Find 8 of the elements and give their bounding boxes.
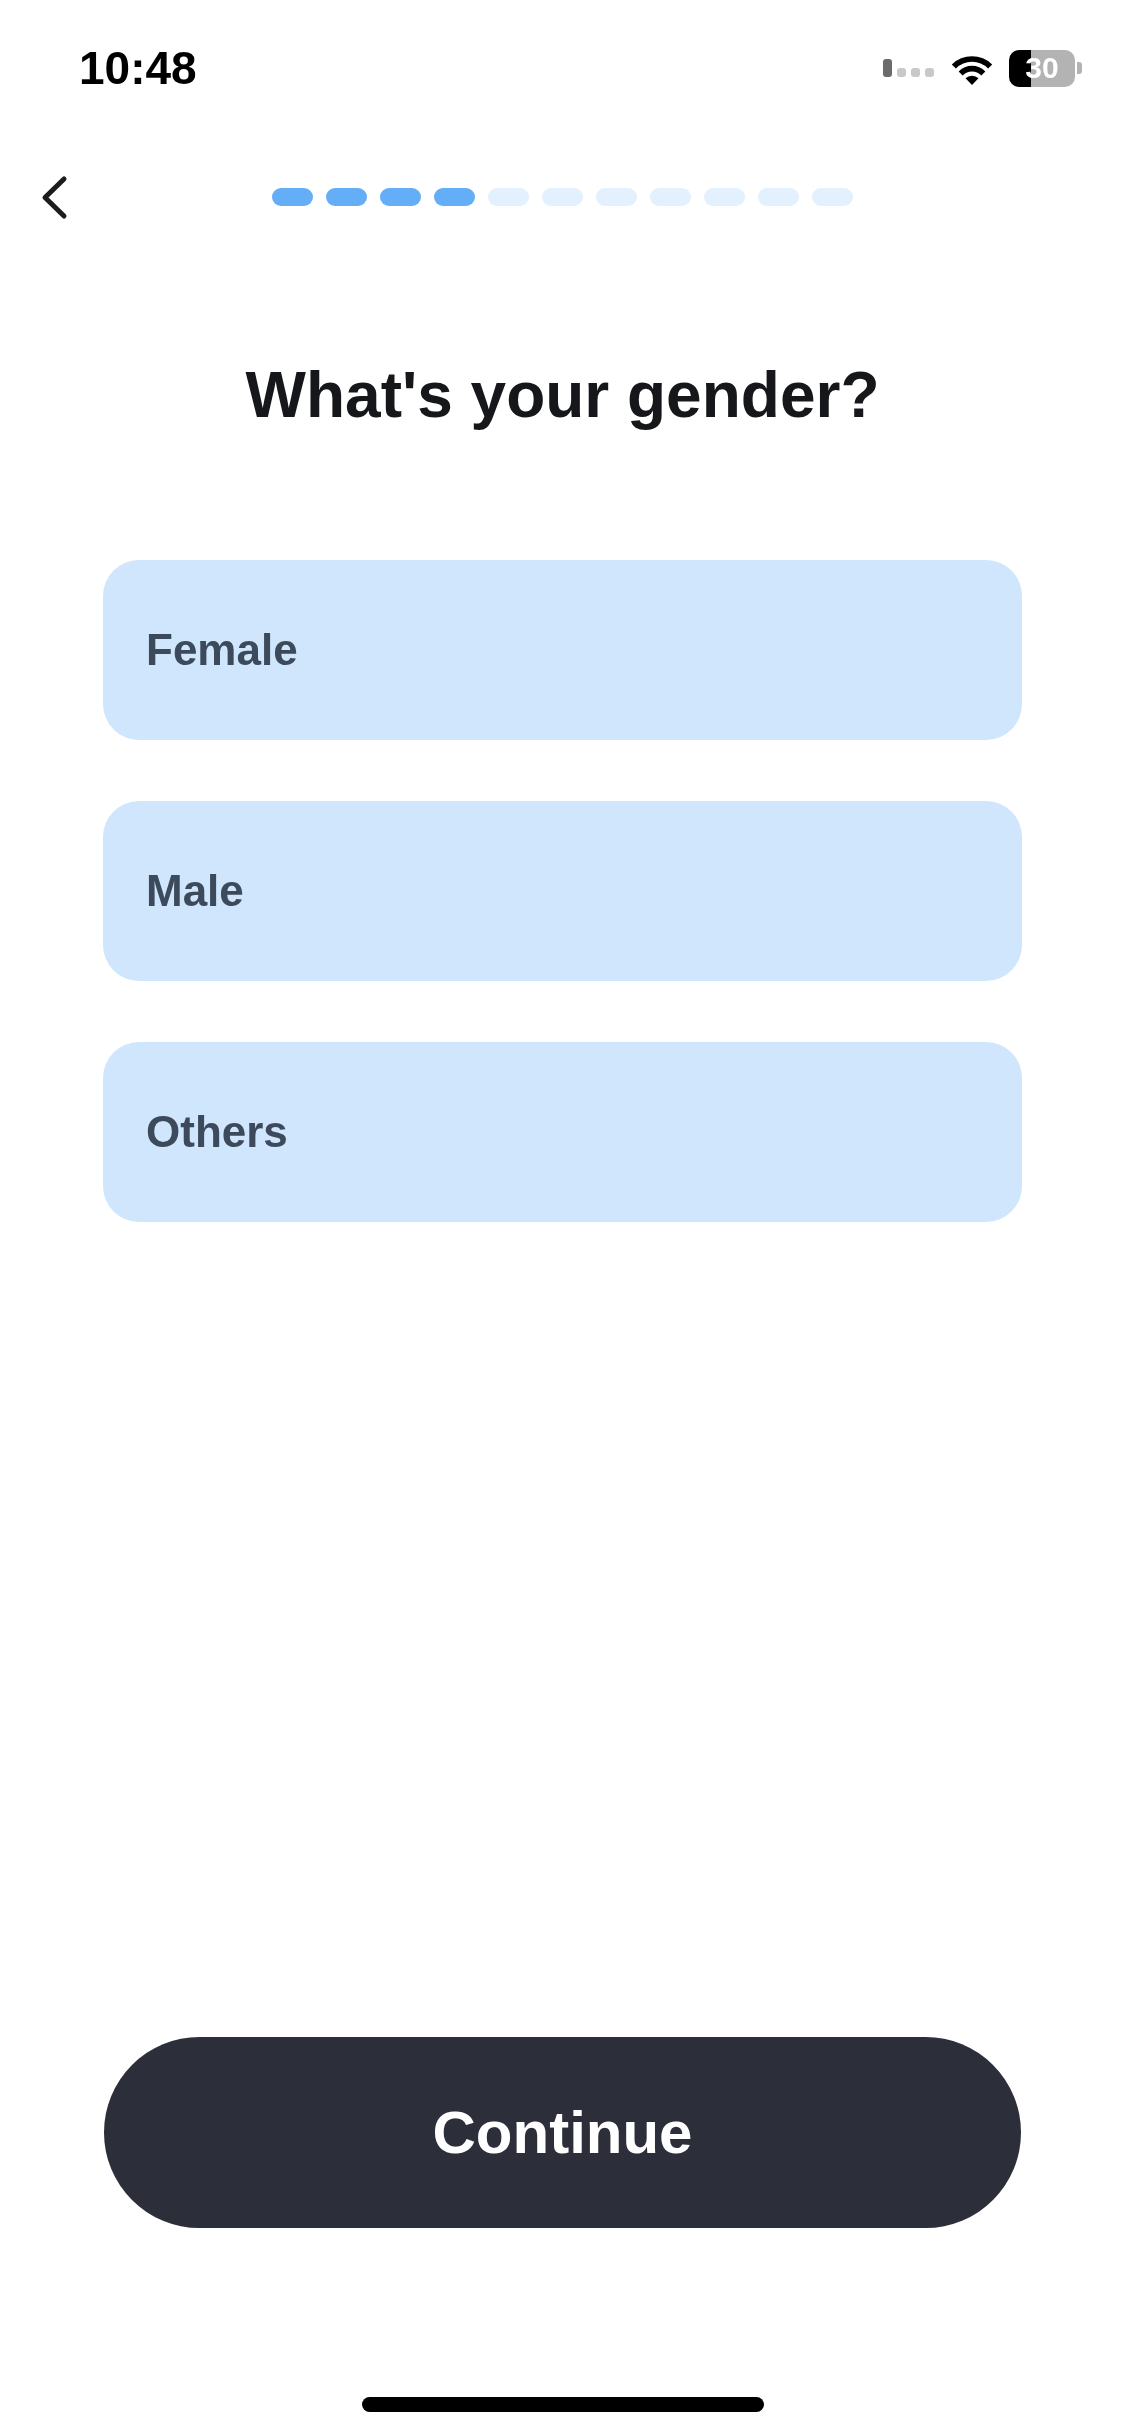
option-button[interactable]: Others — [103, 1042, 1022, 1222]
option-button[interactable]: Female — [103, 560, 1022, 740]
status-time: 10:48 — [79, 45, 197, 91]
battery-tip-icon — [1077, 62, 1082, 74]
option-button[interactable]: Male — [103, 801, 1022, 981]
continue-button[interactable]: Continue — [104, 2037, 1021, 2228]
back-icon[interactable] — [40, 174, 68, 220]
signal-icon — [883, 59, 934, 77]
